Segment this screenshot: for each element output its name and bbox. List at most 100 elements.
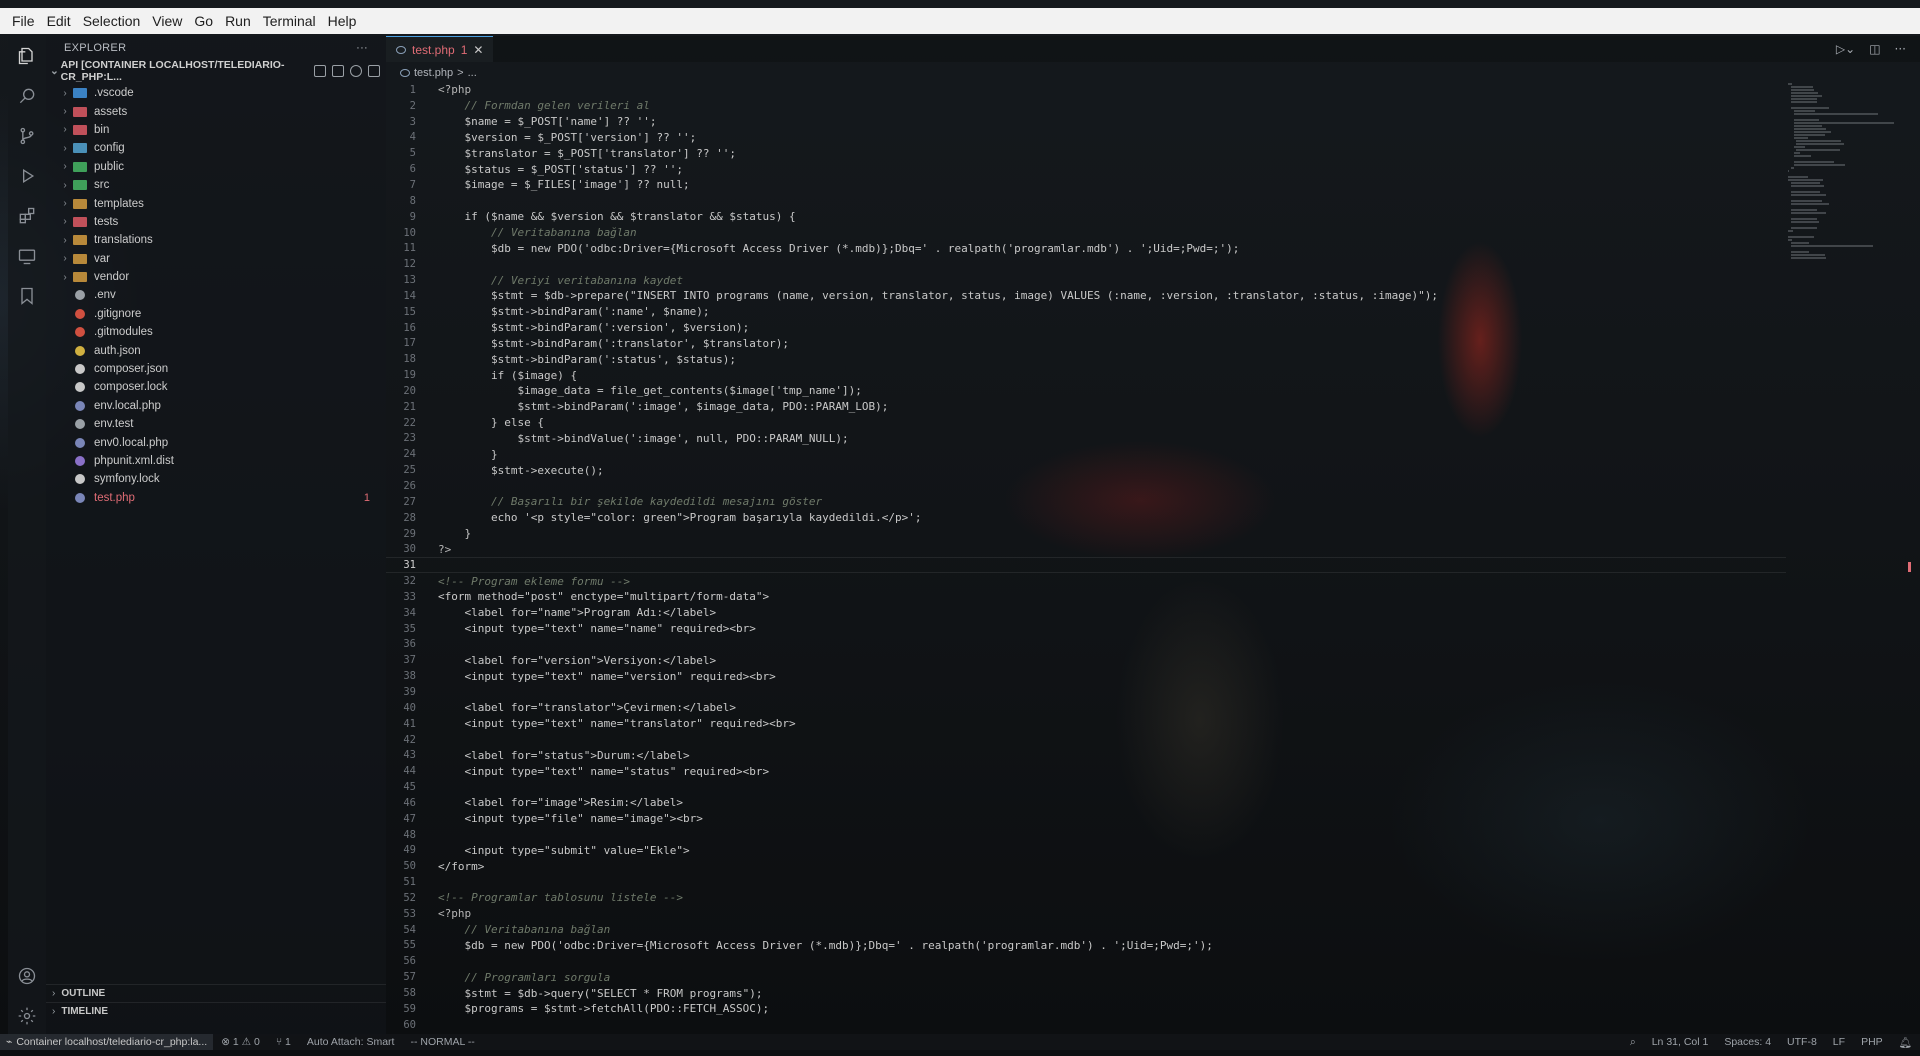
folder-item[interactable]: › src [46, 176, 386, 194]
split-editor-icon[interactable]: ◫ [1869, 42, 1880, 56]
auto-attach-status[interactable]: Auto Attach: Smart [299, 1036, 403, 1048]
menu-help[interactable]: Help [322, 13, 363, 29]
code-line: 25 $stmt->execute(); [386, 462, 1786, 478]
vim-mode-status: -- NORMAL -- [410, 1036, 475, 1048]
tree-item-label: env.local.php [94, 399, 161, 412]
explorer-icon[interactable] [8, 36, 46, 76]
tree-item-label: vendor [94, 271, 130, 284]
folder-item[interactable]: › bin [46, 121, 386, 139]
timeline-panel[interactable]: › TIMELINE [46, 1002, 386, 1020]
code-text: $version = $_POST['version'] ?? ''; [438, 130, 697, 144]
code-editor[interactable]: 1 <?php 2 // Formdan gelen verileri al 3 $n… [386, 82, 1786, 1032]
menu-view[interactable]: View [146, 13, 188, 29]
search-icon[interactable] [8, 76, 46, 116]
minimap-line [1793, 119, 1820, 121]
minimap-line [1793, 164, 1845, 166]
extensions-icon[interactable] [8, 196, 46, 236]
tree-item-label: .vscode [94, 87, 134, 100]
collapse-all-icon[interactable] [368, 65, 380, 77]
line-number: 7 [409, 178, 416, 191]
close-icon[interactable]: ✕ [473, 43, 483, 57]
code-text: // Başarılı bir şekilde kaydedildi mesaj… [438, 495, 823, 509]
file-item[interactable]: env.test [46, 415, 386, 433]
tree-item-label: symfony.lock [94, 473, 160, 486]
file-item[interactable]: phpunit.xml.dist [46, 452, 386, 470]
minimap-line [1788, 236, 1814, 238]
folder-item[interactable]: › tests [46, 213, 386, 231]
more-actions-icon[interactable]: ··· [356, 42, 368, 54]
zoom-icon[interactable]: ⌕ [1622, 1036, 1644, 1049]
cursor-position[interactable]: Ln 31, Col 1 [1644, 1036, 1717, 1049]
line-number: 46 [403, 796, 416, 809]
bookmarks-icon[interactable] [8, 276, 46, 316]
encoding-status[interactable]: UTF-8 [1779, 1036, 1825, 1049]
file-item[interactable]: .gitignore [46, 305, 386, 323]
run-debug-icon[interactable] [8, 156, 46, 196]
code-line: 60 [386, 1017, 1786, 1033]
code-text: echo '<p style="color: green">Program ba… [438, 511, 922, 525]
refresh-icon[interactable] [350, 65, 362, 77]
workspace-root-label: API [CONTAINER LOCALHOST/TELEDIARIO-CR_P… [60, 59, 285, 83]
chevron-down-icon: ⌄ [50, 65, 59, 77]
menu-terminal[interactable]: Terminal [257, 13, 322, 29]
indentation-status[interactable]: Spaces: 4 [1716, 1036, 1779, 1049]
file-item[interactable]: .env [46, 286, 386, 304]
menu-selection[interactable]: Selection [77, 13, 147, 29]
ports-status[interactable]: ⑂ 1 [268, 1036, 299, 1048]
new-file-icon[interactable] [314, 65, 326, 77]
folder-item[interactable]: › .vscode [46, 84, 386, 102]
settings-gear-icon[interactable] [8, 996, 46, 1036]
folder-item[interactable]: › templates [46, 194, 386, 212]
file-item[interactable]: composer.json [46, 360, 386, 378]
file-item[interactable]: env0.local.php [46, 433, 386, 451]
folder-item[interactable]: › vendor [46, 268, 386, 286]
eol-status[interactable]: LF [1825, 1036, 1853, 1049]
file-item[interactable]: .gitmodules [46, 323, 386, 341]
new-folder-icon[interactable] [332, 65, 344, 77]
code-line: 43 <label for="status">Durum:</label> [386, 747, 1786, 763]
tab-test-php[interactable]: test.php 1 ✕ [386, 36, 494, 62]
workspace-root[interactable]: ⌄ API [CONTAINER LOCALHOST/TELEDIARIO-CR… [46, 59, 386, 83]
problem-badge: 1 [363, 491, 370, 504]
folder-item[interactable]: › assets [46, 102, 386, 120]
remote-indicator[interactable]: ⌁ Container localhost/telediario-cr_php:l… [0, 1034, 214, 1050]
source-control-icon[interactable] [8, 116, 46, 156]
code-line: 53 <?php [386, 906, 1786, 922]
file-item[interactable]: auth.json [46, 341, 386, 359]
language-mode[interactable]: PHP [1853, 1036, 1891, 1049]
folder-item[interactable]: › var [46, 250, 386, 268]
code-text: } [438, 447, 498, 461]
tree-item-label: env.test [94, 418, 134, 431]
code-line: 13 // Veriyi veritabanına kaydet [386, 272, 1786, 288]
code-text: if ($image) { [438, 368, 578, 382]
file-item[interactable]: symfony.lock [46, 470, 386, 488]
more-actions-icon[interactable]: ··· [1895, 42, 1906, 56]
menu-go[interactable]: Go [188, 13, 219, 29]
chevron-right-icon: › [63, 87, 67, 99]
code-text: </form> [438, 859, 485, 873]
folder-item[interactable]: › public [46, 158, 386, 176]
account-icon[interactable] [8, 956, 46, 996]
remote-explorer-icon[interactable] [8, 236, 46, 276]
minimap[interactable] [1788, 82, 1898, 259]
minimap-line [1788, 176, 1809, 178]
line-number: 35 [403, 622, 416, 635]
run-icon[interactable]: ▷⌄ [1836, 42, 1855, 56]
menu-file[interactable]: File [6, 13, 41, 29]
code-line: 41 <input type="text" name="translator" … [386, 716, 1786, 732]
folder-item[interactable]: › translations [46, 231, 386, 249]
file-item[interactable]: test.php 1 [46, 489, 386, 507]
folder-item[interactable]: › config [46, 139, 386, 157]
minimap-line [1790, 182, 1821, 184]
file-item[interactable]: env.local.php [46, 397, 386, 415]
breadcrumb-file[interactable]: test.php [414, 67, 453, 79]
notifications-bell-icon[interactable]: 🔔︎ [1891, 1036, 1920, 1049]
code-line: 2 // Formdan gelen verileri al [386, 98, 1786, 114]
menu-run[interactable]: Run [219, 13, 257, 29]
file-item[interactable]: composer.lock [46, 378, 386, 396]
problems-status[interactable]: ⊗ 1 ⚠ 0 [213, 1036, 268, 1048]
outline-panel[interactable]: › OUTLINE [46, 984, 386, 1002]
menu-edit[interactable]: Edit [41, 13, 77, 29]
code-text: <!-- Programlar tablosunu listele --> [438, 891, 684, 905]
breadcrumb-more[interactable]: ... [468, 67, 477, 79]
